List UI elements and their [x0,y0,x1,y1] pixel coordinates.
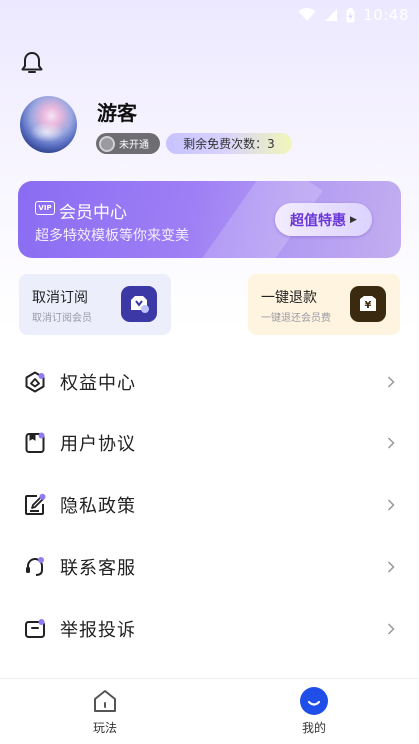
svg-text:¥: ¥ [365,300,372,311]
notification-bell-icon[interactable] [19,50,45,76]
special-offer-label: 超值特惠 [290,212,347,229]
cancel-subscription-title: 取消订阅 [32,290,88,306]
free-count-badge: 剩余免费次数：3 [166,133,292,154]
chevron-right-icon [387,437,395,449]
menu-item-privacy-policy-label: 隐私政策 [60,496,136,517]
vip-status-label: 未开通 [119,140,149,151]
vip-gem-icon [99,135,115,152]
status-bar: 10:48 [0,0,419,30]
benefits-icon [25,371,45,393]
refund-subtitle: 一键退还会员费 [261,313,331,324]
avatar[interactable] [20,96,77,153]
vip-tag-icon: VIP [35,201,55,215]
menu-item-customer-service[interactable]: 联系客服 [0,537,419,597]
cancel-subscription-subtitle: 取消订阅会员 [32,313,92,324]
refund-yen-icon: ¥ [350,286,386,322]
battery-icon [346,7,355,22]
privacy-icon [25,493,46,515]
menu-item-report[interactable]: 举报投诉 [0,599,419,659]
cancel-subscription-icon [121,286,157,322]
refund-card[interactable]: 一键退款 一键退还会员费 ¥ [248,274,400,335]
member-center-banner[interactable]: VIP 会员中心 超多特效模板等你来变美 超值特惠 ▶ [18,181,401,258]
nav-tab-mine-label: 我的 [301,721,326,735]
member-center-title: 会员中心 [59,203,127,223]
screen: 10:48 游客 未开通 剩余免费次数：3 VIP 会员中心 超多特效模板等你来… [0,0,419,744]
headset-icon [26,557,44,576]
play-arrow-icon: ▶ [350,214,357,225]
bottom-nav: 玩法 我的 [0,678,419,744]
report-icon [25,619,45,638]
menu-item-user-agreement[interactable]: 用户协议 [0,413,419,473]
cellular-icon [325,9,338,21]
menu-item-user-agreement-label: 用户协议 [60,434,136,455]
chevron-right-icon [387,561,395,573]
chevron-right-icon [387,499,395,511]
agreement-icon [25,432,45,453]
wifi-icon [298,8,316,21]
nav-tab-play[interactable]: 玩法 [75,687,135,736]
menu-item-report-label: 举报投诉 [60,620,136,641]
status-time: 10:48 [363,6,409,24]
chevron-right-icon [387,376,395,388]
member-center-subtitle: 超多特效模板等你来变美 [35,228,189,244]
refund-title: 一键退款 [261,290,317,306]
menu-item-customer-service-label: 联系客服 [60,558,136,579]
chevron-right-icon [387,623,395,635]
menu-item-benefits[interactable]: 权益中心 [0,352,419,412]
special-offer-button[interactable]: 超值特惠 ▶ [275,203,372,236]
vip-status-badge: 未开通 [96,133,160,154]
home-icon [94,690,116,712]
menu-item-benefits-label: 权益中心 [60,373,136,394]
nav-tab-mine[interactable]: 我的 [284,687,344,736]
profile-icon [300,687,328,715]
username: 游客 [97,101,137,125]
cancel-subscription-card[interactable]: 取消订阅 取消订阅会员 [19,274,171,335]
menu-item-privacy-policy[interactable]: 隐私政策 [0,475,419,535]
nav-tab-play-label: 玩法 [92,721,117,735]
